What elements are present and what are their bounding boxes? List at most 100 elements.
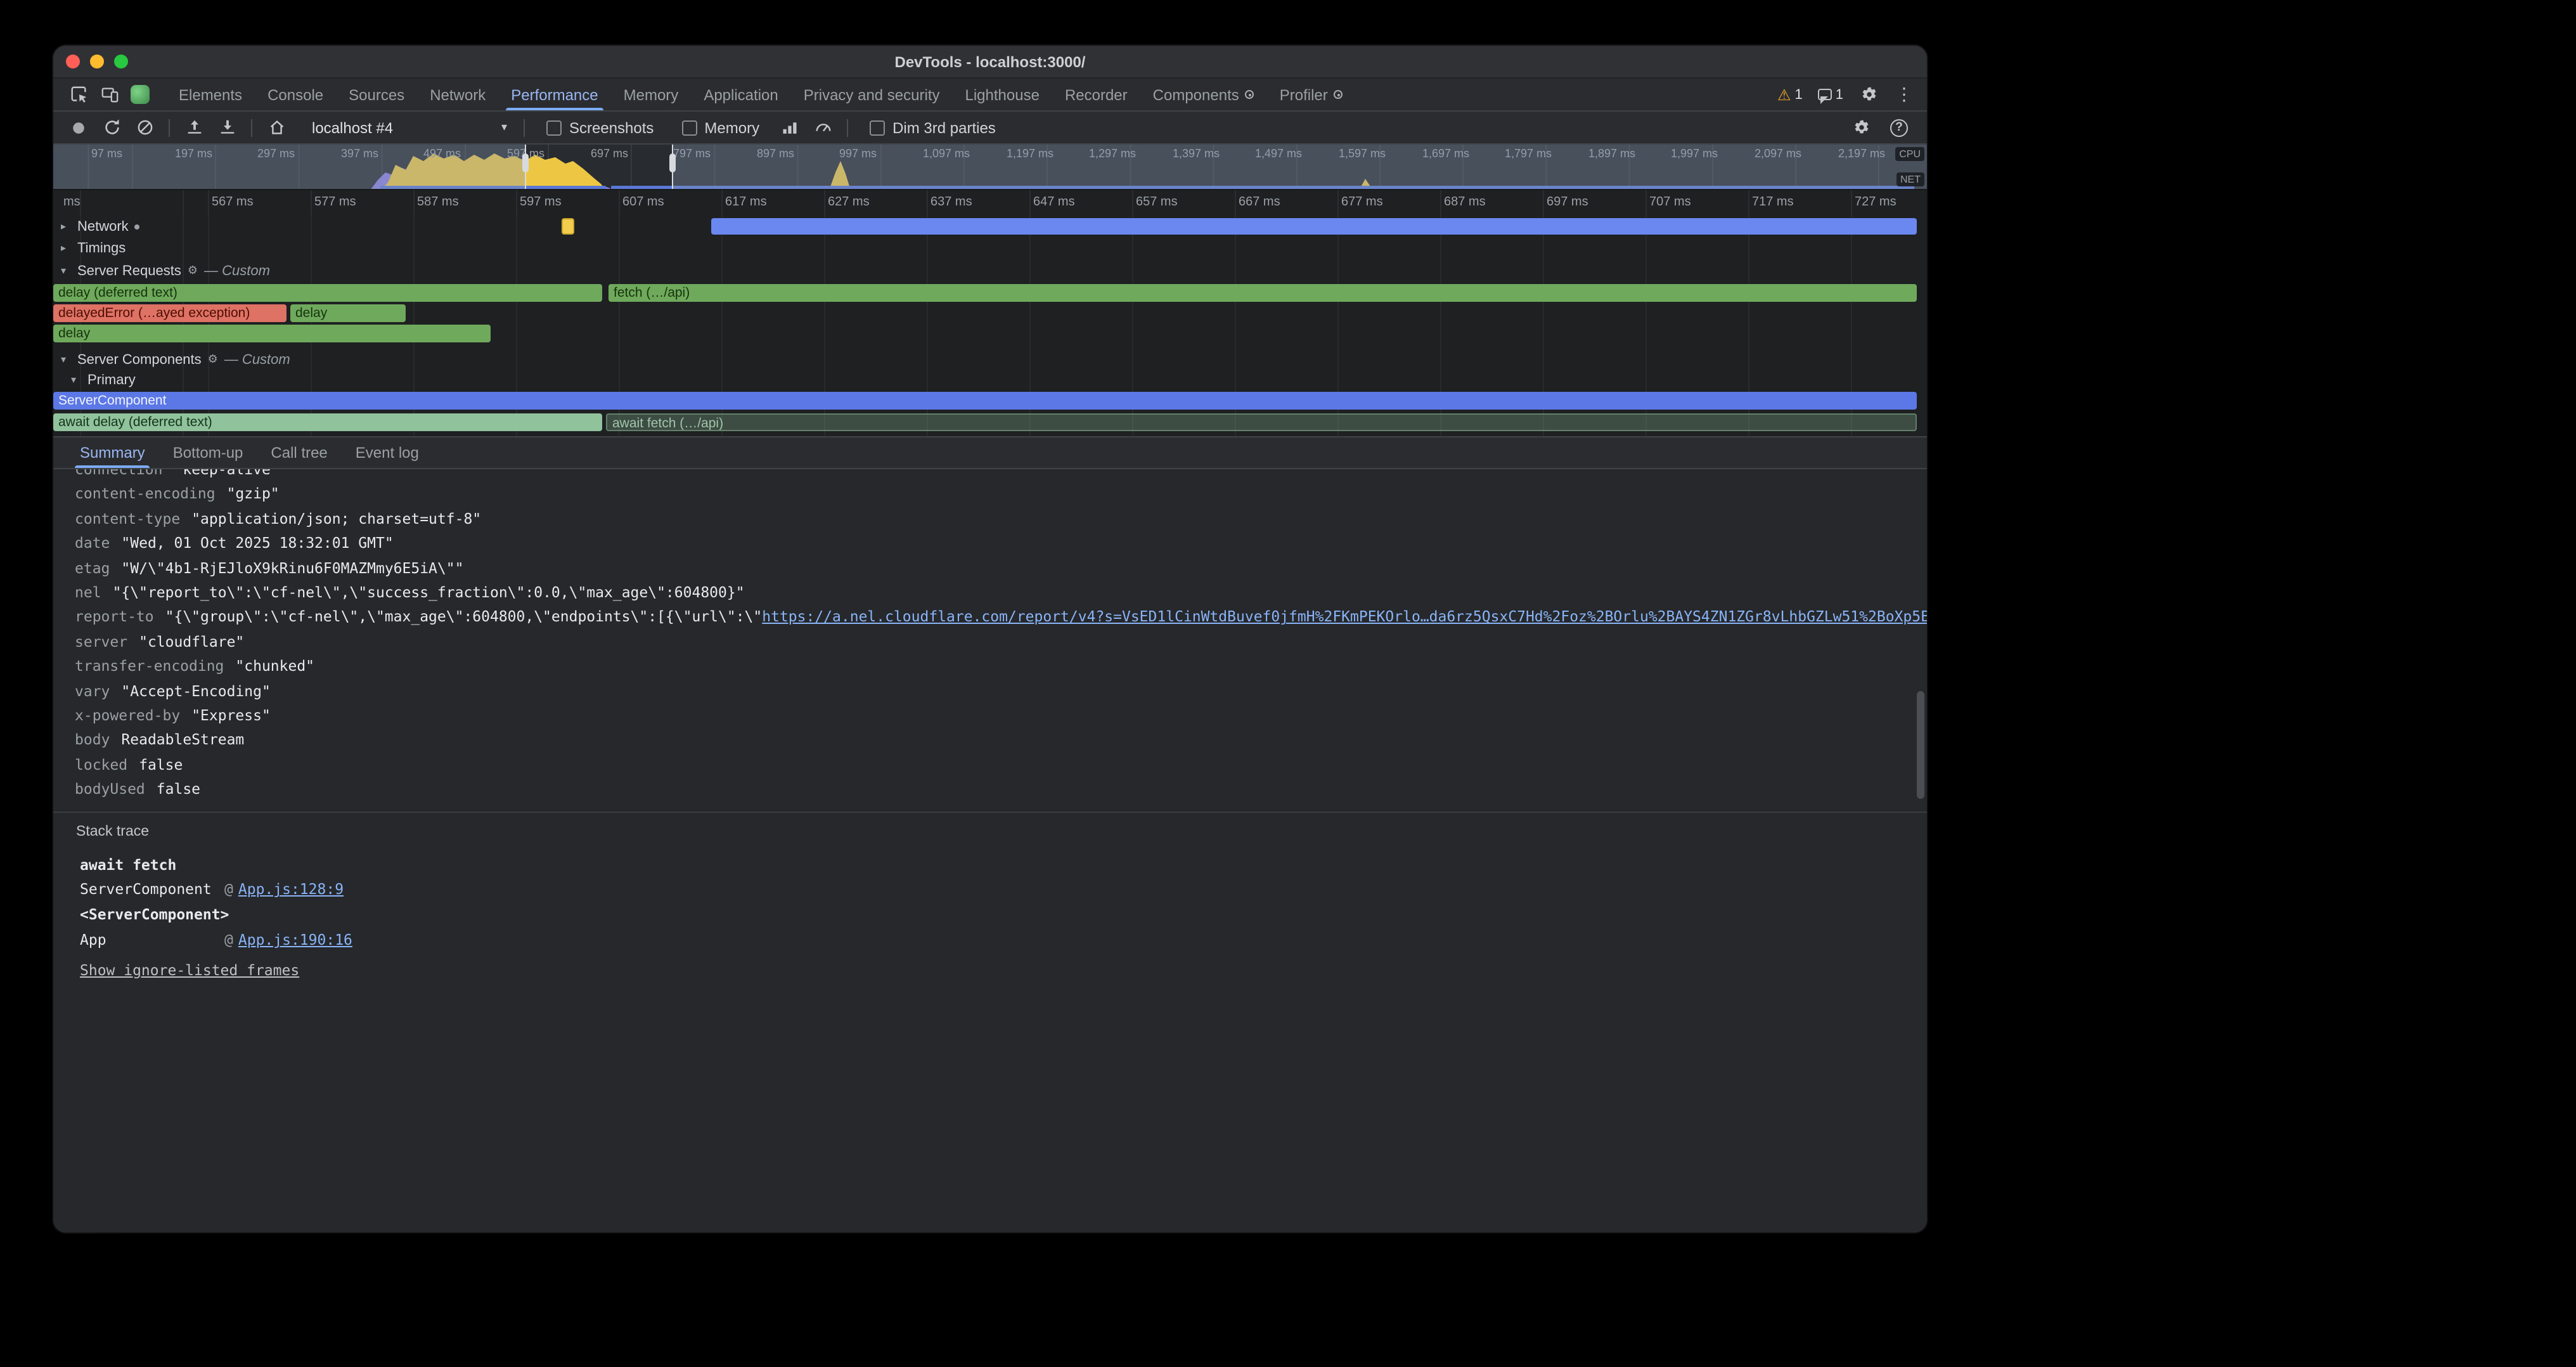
show-ignore-listed-frames-link[interactable]: Show ignore-listed frames [76,961,299,979]
header-row: content-type"application/json; charset=u… [53,507,1927,532]
network-track-row: ▸ Network [53,216,1927,237]
device-toolbar-button[interactable] [94,81,124,108]
extension-icon[interactable] [131,85,150,104]
live-metrics-button[interactable] [261,113,292,141]
server-components-track-row: ▾ Server Components ⚙ — Custom [53,349,1927,370]
devtools-tabbar: Elements Console Sources Network Perform… [53,79,1927,112]
close-window-button[interactable] [66,55,80,68]
server-components-track-header[interactable]: ▾ Server Components ⚙ — Custom [61,352,290,367]
window-right-resize-handle[interactable] [668,145,676,189]
save-profile-button[interactable] [212,113,242,141]
history-select[interactable]: localhost #4 ▾ [302,115,515,140]
header-row-report-to: report-to"{\"group\":\"cf-nel\",\"max_ag… [53,606,1927,630]
help-button[interactable]: ? [1884,113,1914,141]
primary-subtrack-row: ▾ Primary [53,369,1927,391]
event-bar-delay-deferred[interactable]: delay (deferred text) [53,284,602,302]
source-location-link[interactable]: App.js:190:16 [238,931,352,949]
gauge-icon [813,118,832,137]
server-requests-track-row: ▾ Server Requests ⚙ — Custom [53,260,1927,282]
primary-subtrack-header[interactable]: ▾ Primary [71,372,136,387]
warning-icon: ⚠ [1777,87,1791,102]
network-track-header[interactable]: ▸ Network [61,219,140,234]
details-scrollbar-thumb[interactable] [1917,691,1924,799]
tab-summary[interactable]: Summary [66,437,159,468]
issues-chip[interactable]: 1 [1813,82,1848,107]
ruler-label: 657 ms [1136,195,1178,209]
window-left-resize-handle[interactable] [521,145,529,189]
tab-recorder[interactable]: Recorder [1052,79,1140,110]
tab-elements[interactable]: Elements [166,79,255,110]
report-endpoint-link[interactable]: https://a.nel.cloudflare.com/report/v4?s… [762,608,1927,626]
chevron-right-icon: ▸ [61,242,71,254]
event-bar-delay-a[interactable]: delay [290,304,406,322]
tab-bottom-up[interactable]: Bottom-up [159,437,257,468]
warnings-chip[interactable]: ⚠ 1 [1772,82,1808,107]
header-row: etag"W/\"4b1-RjEJloX9kRinu6F0MAZMmy6E5iA… [53,556,1927,581]
settings-button[interactable] [1853,81,1884,108]
cpu-lane-badge: CPU [1895,147,1924,161]
titlebar: DevTools - localhost:3000/ [53,46,1927,79]
more-options-button[interactable]: ⋮ [1889,81,1919,108]
server-requests-track-header[interactable]: ▾ Server Requests ⚙ — Custom [61,263,270,278]
custom-track-icon: ⚙ [188,264,198,278]
tab-memory[interactable]: Memory [611,79,692,110]
network-request-bar[interactable] [711,218,1917,235]
clear-button[interactable] [129,113,160,141]
source-location-link[interactable]: App.js:128:9 [238,881,344,898]
record-and-reload-button[interactable] [96,113,127,141]
event-bar-fetch-api[interactable]: fetch (…/api) [609,284,1917,302]
zoom-window-button[interactable] [114,55,128,68]
ruler-label: 667 ms [1239,195,1280,209]
window-title: DevTools - localhost:3000/ [895,53,1086,70]
checkbox-box [681,120,697,135]
event-bar-await-fetch[interactable]: await fetch (…/api) [606,413,1917,431]
memory-checkbox[interactable]: Memory [681,119,759,136]
net-lane-badge: NET [1897,172,1924,186]
event-bar-server-component[interactable]: ServerComponent [53,392,1917,410]
ruler-label: 707 ms [1649,195,1691,209]
tab-privacy-and-security[interactable]: Privacy and security [791,79,953,110]
message-bubble-icon [1818,89,1832,100]
flame-chart[interactable]: ▸ Network ▸ Timings ▾ Server Requests ⚙ … [53,216,1927,436]
event-bar-await-delay[interactable]: await delay (deferred text) [53,413,602,431]
timeline-overview[interactable]: 97 ms 197 ms 297 ms 397 ms 497 ms 597 ms… [53,145,1927,190]
tab-event-log[interactable]: Event log [342,437,433,468]
tab-network[interactable]: Network [417,79,498,110]
load-profile-button[interactable] [179,113,209,141]
timings-track-header[interactable]: ▸ Timings [61,240,126,256]
tab-application[interactable]: Application [691,79,790,110]
record-button[interactable] [63,113,94,141]
tab-call-tree[interactable]: Call tree [257,437,341,468]
inspect-element-button[interactable] [63,81,94,108]
overview-curtain-left [53,145,525,189]
minimize-window-button[interactable] [90,55,104,68]
tab-profiler[interactable]: Profiler [1267,79,1356,110]
tab-sources[interactable]: Sources [336,79,417,110]
tab-components[interactable]: Components [1140,79,1267,110]
network-request-selected[interactable] [562,218,574,235]
kebab-menu-icon: ⋮ [1895,84,1913,105]
tab-console[interactable]: Console [255,79,336,110]
tab-lighthouse[interactable]: Lighthouse [953,79,1052,110]
divider [847,119,848,136]
network-throttling-button[interactable] [775,113,805,141]
upload-icon [184,118,203,137]
dim-3rd-parties-checkbox[interactable]: Dim 3rd parties [870,119,996,136]
header-row: server"cloudflare" [53,630,1927,655]
ruler-label: 687 ms [1444,195,1486,209]
cpu-throttling-button[interactable] [808,113,838,141]
capture-settings-button[interactable] [1846,113,1876,141]
screenshots-label: Screenshots [569,119,654,136]
event-bar-delayed-error[interactable]: delayedError (…ayed exception) [53,304,287,322]
memory-label: Memory [704,119,759,136]
summary-pane[interactable]: connection"keep-alive" content-encoding"… [53,469,1927,1233]
warning-count: 1 [1795,87,1803,102]
track-config-icon[interactable] [135,224,140,229]
event-bar-delay-b[interactable]: delay [53,325,491,342]
performance-toolbar: localhost #4 ▾ Screenshots Memory Dim 3 [53,112,1927,145]
header-row: x-powered-by"Express" [53,704,1927,729]
inspect-icon [69,85,88,104]
screenshots-checkbox[interactable]: Screenshots [546,119,654,136]
chevron-down-icon: ▾ [61,265,71,276]
tab-performance[interactable]: Performance [498,79,610,110]
